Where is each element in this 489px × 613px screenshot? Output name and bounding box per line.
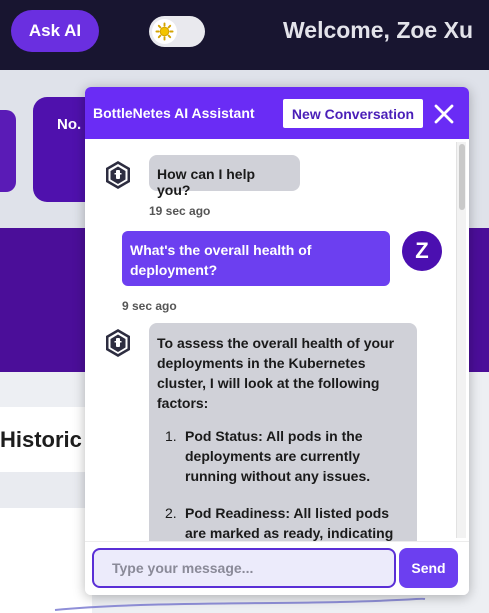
user-avatar: Z bbox=[402, 231, 442, 271]
metric-card-label: No. bbox=[57, 116, 82, 133]
chat-header: BottleNetes AI Assistant New Conversatio… bbox=[85, 87, 469, 139]
bot-message-bubble: To assess the overall health of your dep… bbox=[149, 323, 417, 541]
message-input[interactable] bbox=[92, 548, 396, 588]
chat-title: BottleNetes AI Assistant bbox=[93, 105, 255, 121]
list-item-number: 1. bbox=[165, 428, 177, 444]
theme-toggle[interactable] bbox=[149, 16, 205, 47]
message-timestamp: 9 sec ago bbox=[122, 299, 177, 313]
send-button[interactable]: Send bbox=[399, 548, 458, 588]
user-message-bubble: What's the overall health of deployment? bbox=[122, 231, 390, 286]
chat-input-bar: Send bbox=[85, 541, 469, 595]
bot-avatar-icon bbox=[106, 161, 130, 189]
bot-message-intro: To assess the overall health of your dep… bbox=[157, 335, 395, 411]
toggle-knob bbox=[152, 19, 177, 44]
close-chat-button[interactable] bbox=[431, 101, 457, 127]
scrollbar-thumb[interactable] bbox=[459, 144, 465, 210]
new-conversation-button[interactable]: New Conversation bbox=[283, 99, 423, 128]
bot-avatar-icon bbox=[106, 329, 130, 357]
top-navigation-bar: Ask AI Welcome, Zoe Xu bbox=[0, 0, 489, 70]
ask-ai-button[interactable]: Ask AI bbox=[11, 10, 99, 52]
list-item-title: Pod Status: bbox=[185, 428, 263, 444]
metric-card-partial bbox=[0, 110, 16, 192]
history-title: Historic bbox=[0, 427, 82, 452]
chat-scrollbar[interactable] bbox=[456, 142, 466, 538]
list-item: 1. Pod Status: All pods in the deploymen… bbox=[157, 426, 409, 486]
sun-icon bbox=[155, 22, 174, 41]
ai-assistant-chat-panel: BottleNetes AI Assistant New Conversatio… bbox=[85, 87, 469, 595]
bot-message-list: 1. Pod Status: All pods in the deploymen… bbox=[157, 426, 409, 541]
chat-messages-area[interactable]: How can I help you? 19 sec ago What's th… bbox=[85, 139, 469, 541]
message-timestamp: 19 sec ago bbox=[149, 204, 211, 218]
list-item-number: 2. bbox=[165, 505, 177, 521]
list-item-title: Pod Readiness: bbox=[185, 505, 291, 521]
close-icon bbox=[434, 104, 454, 124]
list-item: 2. Pod Readiness: All listed pods are ma… bbox=[157, 503, 409, 541]
history-header-row bbox=[0, 472, 92, 508]
welcome-message: Welcome, Zoe Xu bbox=[282, 17, 473, 43]
bot-message-bubble: How can I help you? bbox=[149, 155, 300, 198]
